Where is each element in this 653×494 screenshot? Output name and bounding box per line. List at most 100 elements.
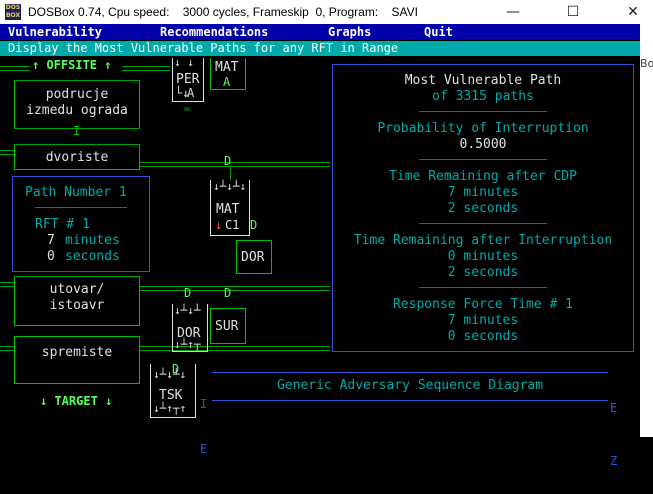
path-seconds-value: 0 [47,249,55,264]
probability-label: Probability of Interruption [377,121,589,136]
close-button[interactable]: ✕ [613,0,653,24]
area-utovar-line1: utovar/ [49,282,105,297]
sequence-right-letters: E Z [610,376,639,494]
divider [419,111,547,112]
gate-top-arrows: ↓┴↓┴↓ [153,368,187,381]
panel-title: Most Vulnerable Path [404,73,562,88]
gate-d-label-3: D [224,286,232,300]
time-after-interruption-seconds: 2 seconds [447,265,519,280]
vulnerable-path-panel: Most Vulnerable Path of 3315 paths Proba… [332,64,634,352]
area-utovar[interactable]: utovar/ istoavr [14,276,140,326]
time-after-cdp-label: Time Remaining after CDP [389,169,577,184]
target-label: ↓ TARGET ↓ [40,394,113,408]
gate-tsk[interactable]: ↓┴↓┴↓ TSK ↓┴↑┬↑ [150,364,196,418]
connector-line [230,168,231,180]
gate-mat-top[interactable]: MAT A [210,58,246,90]
minimize-button[interactable]: — [493,0,533,24]
gate-d-label: D [224,154,232,168]
probability-value: 0.5000 [459,137,507,152]
gate-mat-label: MAT [216,202,240,217]
gate-sur-label: SUR [215,319,239,334]
sequence-letter: E [200,442,208,456]
connector-line [122,66,170,71]
response-force-minutes: 7 minutes [447,313,519,328]
panel-path-count: of 3315 paths [432,89,534,104]
divider [14,80,140,81]
window-title: DOSBox 0.74, Cpu speed: 3000 cycles, Fra… [28,5,418,19]
background-window-text: Bo [640,57,653,70]
divider [35,207,127,208]
gate-mat[interactable]: ↓┴↓┴↓ MAT ↓ C1 [210,180,250,236]
area-podrucje-line2: izmedu ograda [26,103,128,118]
gate-dor-side-label: DOR [241,250,265,265]
area-podrucje-line1: podrucje [45,87,109,102]
divider [14,144,140,145]
gate-per-label: PER [176,72,200,87]
menu-vulnerability[interactable]: Vulnerability [8,25,102,39]
sequence-letter: Z [610,454,618,468]
area-utovar-line2: istoavr [49,298,105,313]
gate-bottom-arrows: ↓┴↑┬↑ [153,402,187,415]
offsite-label: ↑ OFFSITE ↑ [32,58,112,72]
area-dvoriste-label: dvoriste [45,150,109,165]
connector-line [0,346,14,351]
menu-quit[interactable]: Quit [424,25,453,39]
path-seconds-unit: seconds [65,249,120,264]
dos-screen: Vulnerability Recommendations Graphs Qui… [0,24,640,468]
gate-bottom-arrows: ↓┴↑┬ [174,338,201,351]
response-force-label: Response Force Time # 1 [392,297,573,312]
path-minutes-value: 7 [47,233,55,248]
gate-top-arrows: ↓ ↓ [174,56,194,69]
gate-sur[interactable]: SUR [210,308,246,344]
gate-per[interactable]: ↓ ↓ PER └↓ A [172,56,204,102]
time-after-interruption-minutes: 0 minutes [447,249,519,264]
path-rft: RFT # 1 [35,217,90,232]
gate-dor-side[interactable]: DOR [236,240,272,274]
time-after-cdp-minutes: 7 minutes [447,185,519,200]
maximize-button[interactable]: ☐ [553,0,593,24]
menu-bar: Vulnerability Recommendations Graphs Qui… [0,24,640,40]
gate-mat-c1: C1 [225,218,240,232]
path-number-title: Path Number 1 [25,185,127,200]
path-minutes-unit: minutes [65,233,120,248]
connector-line [0,282,14,287]
gate-mat-top-label: MAT [215,60,239,75]
area-spremiste[interactable]: spremiste [14,336,140,384]
dosbox-app-icon: DOS BOX [5,4,21,20]
gate-top-arrows: ↓┴↓┴↓ [213,180,247,193]
gate-top-arrows: ↓┴↓┴ [174,304,201,317]
menu-recommendations[interactable]: Recommendations [160,25,268,39]
connector-line [0,150,14,155]
sequence-diagram-title: Generic Adversary Sequence Diagram [276,378,544,393]
gate-alert-arrow: ↓ [215,218,223,232]
time-after-cdp-seconds: 2 seconds [447,201,519,216]
area-dvoriste[interactable]: dvoriste [14,144,140,170]
gate-d-side: D [250,218,258,232]
divider [212,372,608,373]
gate-tsk-label: TSK [159,388,183,403]
area-spremiste-label: spremiste [41,345,113,360]
divider [212,400,608,401]
connector-line [140,346,330,351]
connector-line [140,162,330,167]
time-after-interruption-label: Time Remaining after Interruption [353,233,613,248]
background-window-strip: Bo [640,24,653,437]
gate-connector: = [184,104,191,115]
gate-mat-top-a: A [223,75,231,89]
area-podrucje[interactable]: podrucje izmedu ograda [14,80,140,128]
path-number-box: Path Number 1 RFT # 1 7 minutes 0 second… [12,176,150,272]
divider [419,223,547,224]
connector-line [140,286,330,291]
window-titlebar: DOS BOX DOSBox 0.74, Cpu speed: 3000 cyc… [0,0,653,24]
status-line: Display the Most Vulnerable Paths for an… [0,41,640,56]
sequence-letter: E [610,401,618,415]
gate-dor[interactable]: ↓┴↓┴ DOR ↓┴↑┬ [172,304,208,352]
menu-graphs[interactable]: Graphs [328,25,371,39]
gate-per-a: A [187,86,195,100]
gate-d-label-2: D [184,286,192,300]
connector-line: I [73,124,81,138]
divider [419,159,547,160]
divider [419,287,547,288]
response-force-seconds: 0 seconds [447,329,519,344]
divider [14,276,140,277]
